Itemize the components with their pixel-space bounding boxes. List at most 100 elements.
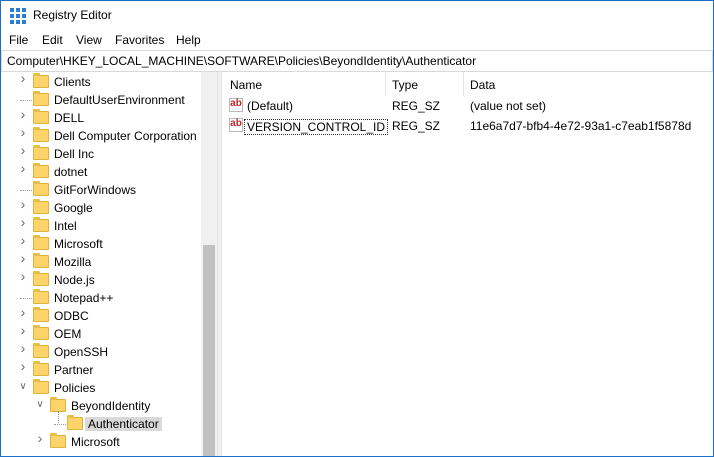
registry-editor-window: Registry Editor File Edit View Favorites… [0, 0, 714, 457]
folder-icon [33, 91, 49, 106]
tree-item[interactable]: DefaultUserEnvironment [1, 91, 211, 109]
chevron-down-icon[interactable]: ∨ [18, 382, 28, 392]
column-name[interactable]: Name [230, 78, 262, 92]
tree-item[interactable]: Authenticator [1, 415, 211, 433]
tree-item[interactable]: › Dell Computer Corporation [1, 125, 211, 145]
chevron-right-icon[interactable]: › [35, 431, 45, 445]
key-tree[interactable]: › Clients DefaultUserEnvironment › DELL › Dell… [1, 72, 217, 456]
chevron-right-icon[interactable]: › [18, 233, 28, 247]
string-value-icon: ab [229, 118, 243, 132]
registry-editor-icon [10, 8, 26, 24]
tree-item[interactable]: GitForWindows [1, 181, 211, 199]
value-data: 11e6a7d7-bfb4-4e72-93a1-c7eab1f5878d [470, 119, 692, 133]
tree-item-label: Policies [54, 381, 96, 395]
menu-view[interactable]: View [74, 32, 104, 48]
menu-favorites[interactable]: Favorites [113, 32, 166, 48]
window-title: Registry Editor [33, 8, 112, 22]
tree-item[interactable]: › Intel [1, 215, 211, 235]
column-divider[interactable] [463, 72, 464, 96]
folder-icon [33, 163, 49, 178]
value-name: (Default) [247, 99, 294, 113]
tree-item[interactable]: › Microsoft [1, 233, 211, 253]
chevron-right-icon[interactable]: › [18, 161, 28, 175]
tree-connector [20, 298, 32, 299]
tree-item-label: Dell Computer Corporation [54, 129, 197, 143]
tree-item[interactable]: › Clients [1, 72, 211, 91]
tree-item-label: Intel [54, 219, 77, 233]
menu-file[interactable]: File [7, 32, 30, 48]
title-bar[interactable]: Registry Editor [1, 1, 713, 30]
tree-item[interactable]: › Mozilla [1, 251, 211, 271]
tree-item-label: Node.js [54, 273, 95, 287]
address-path[interactable]: Computer\HKEY_LOCAL_MACHINE\SOFTWARE\Pol… [7, 54, 476, 68]
folder-icon [33, 73, 49, 88]
tree-item-label: OpenSSH [54, 345, 109, 359]
tree-item[interactable]: › OpenSSH [1, 341, 211, 361]
chevron-right-icon[interactable]: › [18, 341, 28, 355]
tree-item[interactable]: › dotnet [1, 161, 211, 181]
tree-item-label: Partner [54, 363, 94, 377]
menu-help[interactable]: Help [174, 32, 203, 48]
chevron-right-icon[interactable]: › [18, 359, 28, 373]
tree-item-label: Mozilla [54, 255, 92, 269]
chevron-right-icon[interactable]: › [18, 125, 28, 139]
chevron-right-icon[interactable]: › [18, 215, 28, 229]
chevron-right-icon[interactable]: › [18, 269, 28, 283]
tree-item-label: Microsoft [71, 435, 120, 449]
column-data[interactable]: Data [470, 78, 495, 92]
tree-item[interactable]: › DELL [1, 107, 211, 127]
tree-connector [20, 100, 32, 101]
folder-icon [33, 217, 49, 232]
chevron-right-icon[interactable]: › [18, 107, 28, 121]
value-data: (value not set) [470, 99, 547, 113]
chevron-right-icon[interactable]: › [18, 323, 28, 337]
tree-item-label: ODBC [54, 309, 89, 323]
tree-item-label: BeyondIdentity [71, 399, 151, 413]
tree-item-label: Notepad++ [54, 291, 114, 305]
column-type[interactable]: Type [392, 78, 418, 92]
chevron-right-icon[interactable]: › [18, 305, 28, 319]
folder-icon [33, 253, 49, 268]
tree-connector [54, 424, 66, 425]
tree-item-label: DELL [54, 111, 85, 125]
tree-item[interactable]: › Dell Inc [1, 143, 211, 163]
tree-item[interactable]: ∨ Policies [1, 379, 211, 397]
menu-edit[interactable]: Edit [40, 32, 65, 48]
folder-icon [33, 361, 49, 376]
value-row[interactable]: ab (Default) REG_SZ (value not set) [222, 97, 713, 115]
chevron-right-icon[interactable]: › [18, 72, 28, 85]
tree-connector [20, 190, 32, 191]
value-row[interactable]: ab VERSION_CONTROL_ID REG_SZ 11e6a7d7-bf… [222, 117, 713, 135]
chevron-right-icon[interactable]: › [18, 143, 28, 157]
folder-icon [33, 325, 49, 340]
folder-icon [33, 343, 49, 358]
tree-item[interactable]: › Google [1, 197, 211, 217]
folder-icon [33, 145, 49, 160]
address-bar[interactable]: Computer\HKEY_LOCAL_MACHINE\SOFTWARE\Pol… [1, 50, 713, 72]
tree-item[interactable]: › Node.js [1, 269, 211, 289]
folder-icon [33, 109, 49, 124]
tree-item-label: Authenticator [85, 417, 162, 431]
values-list[interactable]: Name Type Data ab (Default) REG_SZ (valu… [222, 72, 713, 456]
tree-item[interactable]: ∨ BeyondIdentity [1, 397, 211, 415]
folder-icon [33, 235, 49, 250]
folder-icon [33, 307, 49, 322]
tree-item-label: GitForWindows [54, 183, 137, 197]
tree-scrollbar-thumb[interactable] [203, 245, 215, 456]
chevron-right-icon[interactable]: › [18, 197, 28, 211]
column-divider[interactable] [385, 72, 386, 96]
tree-item-label: Microsoft [54, 237, 103, 251]
tree-item[interactable]: › Microsoft [1, 431, 211, 451]
string-value-icon: ab [229, 98, 243, 112]
tree-item[interactable]: Notepad++ [1, 289, 211, 307]
chevron-down-icon[interactable]: ∨ [35, 400, 45, 410]
chevron-right-icon[interactable]: › [18, 251, 28, 265]
tree-item-label: DefaultUserEnvironment [54, 93, 185, 107]
folder-icon [33, 181, 49, 196]
tree-item[interactable]: › Partner [1, 359, 211, 379]
folder-icon [33, 199, 49, 214]
tree-item-label: Google [54, 201, 93, 215]
tree-item[interactable]: › ODBC [1, 305, 211, 325]
tree-item[interactable]: › OEM [1, 323, 211, 343]
tree-item-label: OEM [54, 327, 82, 341]
